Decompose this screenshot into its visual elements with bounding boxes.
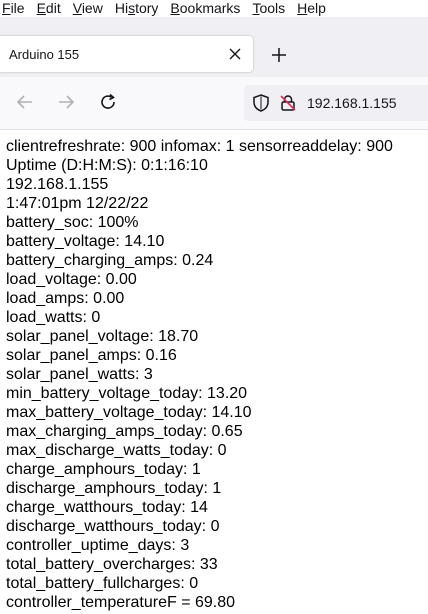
data-line: charge_amphours_today: 1	[6, 461, 201, 478]
data-line: max_discharge_watts_today: 0	[6, 442, 227, 459]
menu-edit[interactable]: Edit	[37, 0, 61, 17]
menu-view[interactable]: View	[73, 0, 103, 17]
data-line: controller_temperatureF = 69.80	[6, 594, 236, 611]
data-line: solar_panel_voltage: 18.70	[6, 328, 199, 345]
insecure-lock-icon[interactable]	[279, 94, 297, 112]
arrow-right-icon[interactable]	[55, 91, 77, 113]
data-line: max_charging_amps_today: 0.65	[6, 423, 243, 440]
navigation-bar: 192.168.1.155	[0, 77, 428, 130]
tab-strip: Arduino 155	[0, 17, 428, 77]
data-line: total_battery_overcharges: 33	[6, 556, 218, 573]
plus-icon[interactable]	[266, 42, 292, 68]
timestamp-line: 1:47:01pm 12/22/22	[6, 195, 149, 212]
ip-line: 192.168.1.155	[6, 176, 109, 193]
menu-bookmarks[interactable]: Bookmarks	[170, 0, 240, 17]
data-line: max_battery_voltage_today: 14.10	[6, 404, 252, 421]
data-line: total_battery_fullcharges: 0	[6, 575, 199, 592]
reload-icon[interactable]	[97, 91, 119, 113]
data-line: battery_voltage: 14.10	[6, 233, 165, 250]
arrow-left-icon[interactable]	[14, 91, 36, 113]
data-line: solar_panel_amps: 0.16	[6, 347, 177, 364]
close-icon[interactable]	[223, 42, 247, 66]
data-line: load_amps: 0.00	[6, 290, 125, 307]
uptime-line: Uptime (D:H:M:S): 0:1:16:10	[6, 157, 208, 174]
data-line: load_watts: 0	[6, 309, 101, 326]
config-line: clientrefreshrate: 900 infomax: 1 sensor…	[6, 138, 393, 155]
page-content: clientrefreshrate: 900 infomax: 1 sensor…	[0, 130, 428, 612]
menu-bar: File Edit View History Bookmarks Tools H…	[0, 0, 428, 17]
data-line: charge_watthours_today: 14	[6, 499, 208, 516]
tab-title: Arduino 155	[9, 46, 80, 62]
menu-help[interactable]: Help	[297, 0, 326, 17]
data-line: battery_charging_amps: 0.24	[6, 252, 214, 269]
data-line: load_voltage: 0.00	[6, 271, 137, 288]
menu-history[interactable]: History	[115, 0, 159, 17]
data-line: battery_soc: 100%	[6, 214, 139, 231]
data-line: solar_panel_watts: 3	[6, 366, 153, 383]
menu-file[interactable]: File	[2, 0, 25, 17]
tab-arduino[interactable]: Arduino 155	[0, 36, 253, 72]
url-text[interactable]: 192.168.1.155	[307, 95, 397, 111]
data-line: discharge_amphours_today: 1	[6, 480, 222, 497]
shield-icon[interactable]	[253, 94, 269, 112]
data-line: min_battery_voltage_today: 13.20	[6, 385, 248, 402]
menu-tools[interactable]: Tools	[252, 0, 285, 17]
data-line: controller_uptime_days: 3	[6, 537, 190, 554]
data-line: discharge_watthours_today: 0	[6, 518, 220, 535]
url-bar[interactable]: 192.168.1.155	[244, 85, 428, 121]
